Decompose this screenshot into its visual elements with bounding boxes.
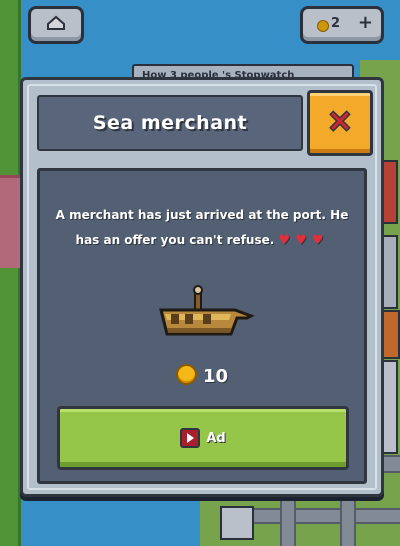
- close-icon: ✕: [327, 105, 353, 140]
- price-value: 10: [202, 366, 229, 387]
- coin-icon: [175, 364, 197, 385]
- title-bar: Sea merchant: [37, 95, 303, 151]
- merchant-ship-icon: [159, 285, 255, 336]
- watch-ad-button[interactable]: Ad: [57, 406, 349, 470]
- offer-panel: A merchant has just arrived at the port.…: [37, 168, 367, 484]
- dialog-title: Sea merchant: [92, 112, 248, 134]
- ad-button-label: Ad: [206, 430, 226, 446]
- close-button[interactable]: ✕: [307, 90, 373, 156]
- offer-description: A merchant has just arrived at the port.…: [54, 203, 350, 253]
- video-play-icon: [180, 428, 201, 448]
- price-display: 10: [40, 364, 364, 387]
- hearts-icon: ♥♥♥: [278, 233, 329, 248]
- sea-merchant-dialog: Sea merchant ✕ A merchant has just arriv…: [20, 77, 384, 497]
